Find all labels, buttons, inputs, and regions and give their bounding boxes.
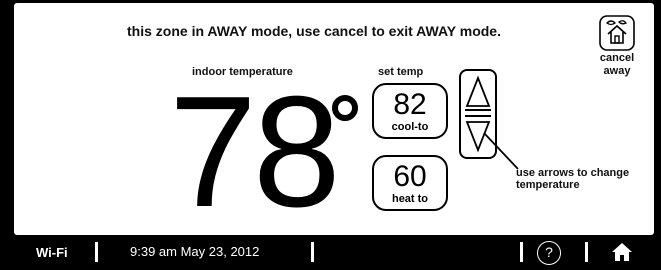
degree-symbol [332, 95, 358, 121]
arrows-hint-line1: use arrows to change [516, 167, 630, 179]
status-separator [520, 242, 523, 262]
heat-setpoint-label: heat to [391, 193, 429, 205]
home-icon[interactable] [611, 242, 633, 262]
cancel-away-button[interactable]: cancel away [586, 15, 648, 95]
thermostat-frame: this zone in AWAY mode, use cancel to ex… [0, 0, 661, 270]
set-temp-label: set temp [378, 66, 424, 78]
thermostat-screen: this zone in AWAY mode, use cancel to ex… [14, 3, 654, 235]
arrow-up-button[interactable] [465, 75, 491, 109]
status-separator [95, 242, 98, 262]
cool-setpoint-value: 82 [393, 88, 427, 121]
away-house-icon [599, 15, 635, 51]
arrow-divider [465, 109, 491, 117]
indoor-temperature-value: 78 [169, 64, 341, 240]
away-label: away [603, 65, 631, 77]
arrows-hint: use arrows to change temperature [516, 167, 629, 191]
status-bar: Wi-Fi 9:39 am May 23, 2012 ? [0, 235, 661, 270]
cool-setpoint-label: cool-to [391, 121, 429, 133]
heat-setpoint-value: 60 [393, 160, 427, 193]
heat-setpoint[interactable]: 60 heat to [372, 155, 448, 211]
status-separator [311, 242, 314, 262]
date-time: 9:39 am May 23, 2012 [130, 244, 260, 259]
away-mode-banner: this zone in AWAY mode, use cancel to ex… [127, 23, 501, 39]
cancel-label: cancel [599, 52, 635, 64]
arrows-hint-line2: temperature [516, 179, 580, 191]
cool-setpoint[interactable]: 82 cool-to [372, 83, 448, 139]
status-separator [585, 242, 588, 262]
help-button[interactable]: ? [537, 241, 561, 265]
wifi-label[interactable]: Wi-Fi [36, 245, 68, 260]
